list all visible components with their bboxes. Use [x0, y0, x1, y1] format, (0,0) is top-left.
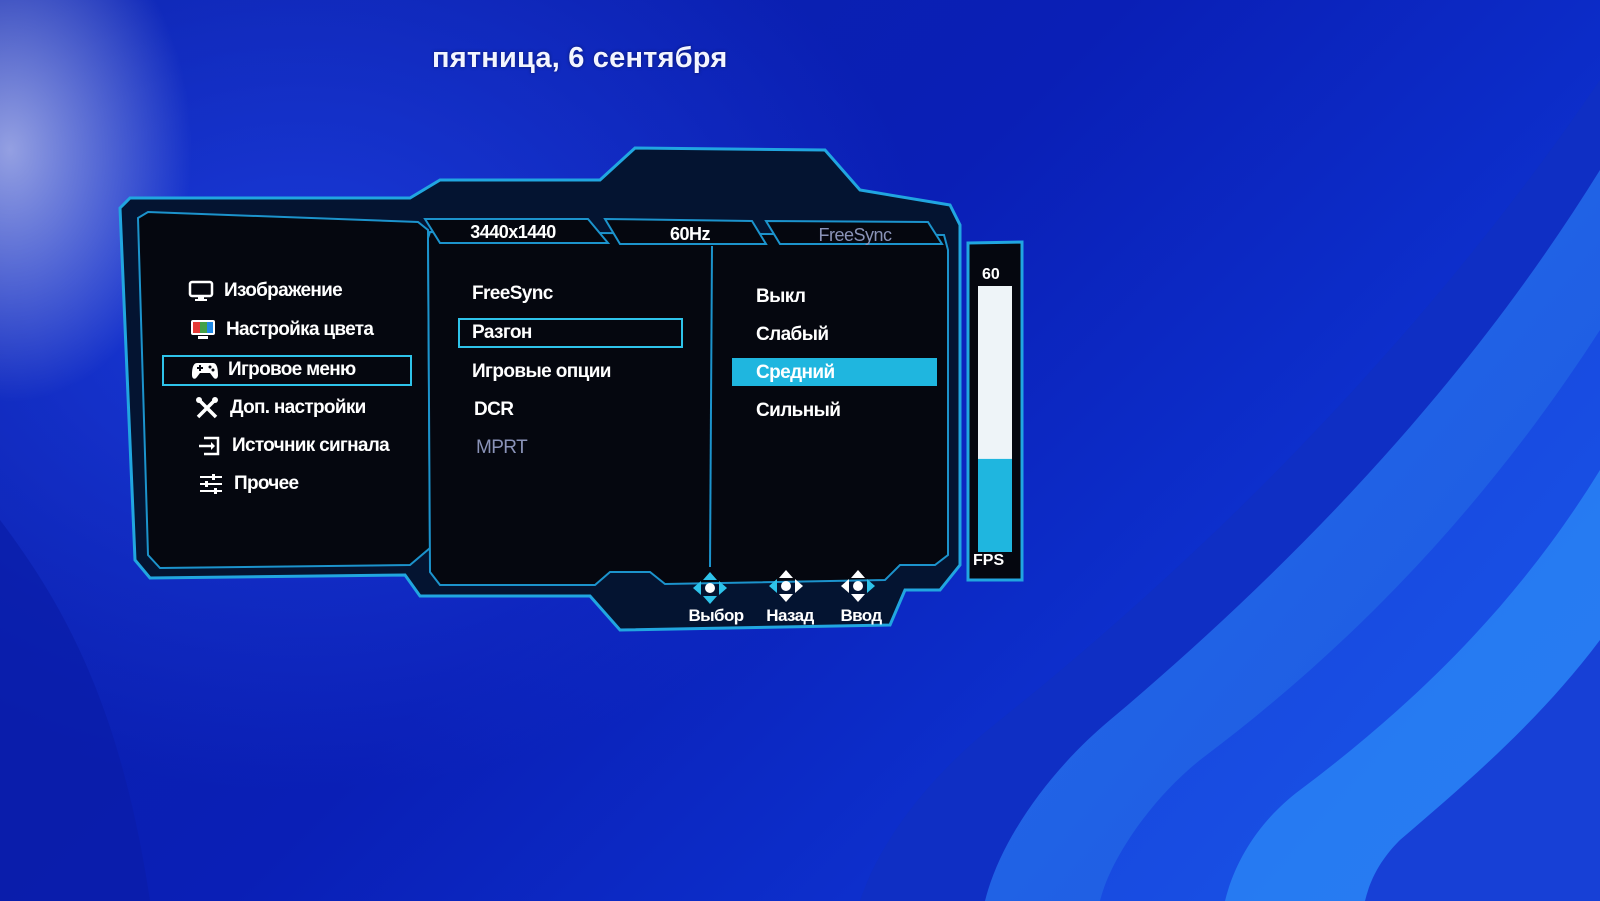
nav-hint-enter: Ввод [826, 604, 896, 626]
menu-item-image[interactable]: Изображение [184, 276, 343, 306]
monitor-screen: пятница, 6 сентября 3440x1440 60Hz FreeS… [0, 0, 1600, 901]
sliders-icon [194, 471, 228, 497]
gamepad-icon [188, 357, 222, 383]
menu-item-label: Источник сигнала [232, 435, 390, 456]
submenu-item-dcr[interactable]: DCR [474, 399, 514, 421]
nav-hint-label: Ввод [840, 606, 882, 625]
submenu-item-freesync[interactable]: FreeSync [472, 283, 553, 305]
menu-item-label: Прочее [234, 473, 299, 494]
menu-item-label: Игровое меню [228, 359, 356, 380]
tab-resolution: 3440x1440 [470, 222, 556, 242]
submenu-item-mprt: MPRT [476, 437, 528, 458]
menu-item-label: Доп. настройки [230, 397, 366, 418]
monitor-icon [184, 278, 218, 304]
tab-refresh-rate: 60Hz [669, 224, 711, 244]
menu-item-label: Настройка цвета [226, 319, 374, 340]
fps-unit: FPS [973, 552, 1005, 569]
menu-item-advanced[interactable]: Доп. настройки [190, 393, 366, 423]
input-source-icon [192, 433, 226, 459]
nav-hint-select: Выбор [681, 604, 751, 626]
option-strong[interactable]: Сильный [756, 400, 841, 422]
option-weak[interactable]: Слабый [756, 324, 829, 346]
nav-hint-back: Назад [755, 604, 825, 626]
main-menu-panel [136, 210, 432, 570]
submenu-item-overdrive[interactable]: Разгон [472, 322, 532, 344]
tools-icon [190, 395, 224, 421]
color-palette-icon [186, 317, 220, 343]
option-off[interactable]: Выкл [756, 286, 806, 308]
menu-item-other[interactable]: Прочее [194, 469, 299, 499]
fps-meter-fill [978, 458, 1012, 552]
tab-freesync: FreeSync [818, 225, 892, 245]
option-medium[interactable]: Средний [756, 362, 835, 384]
nav-hint-label: Назад [766, 606, 814, 625]
submenu-item-game-options[interactable]: Игровые опции [472, 361, 611, 383]
menu-item-label: Изображение [224, 280, 343, 301]
fps-value: 60 [982, 266, 1000, 283]
menu-item-color-settings[interactable]: Настройка цвета [186, 315, 374, 345]
menu-item-input-source[interactable]: Источник сигнала [192, 431, 390, 461]
menu-item-gaming[interactable]: Игровое меню [188, 355, 356, 385]
nav-hint-label: Выбор [688, 606, 744, 625]
